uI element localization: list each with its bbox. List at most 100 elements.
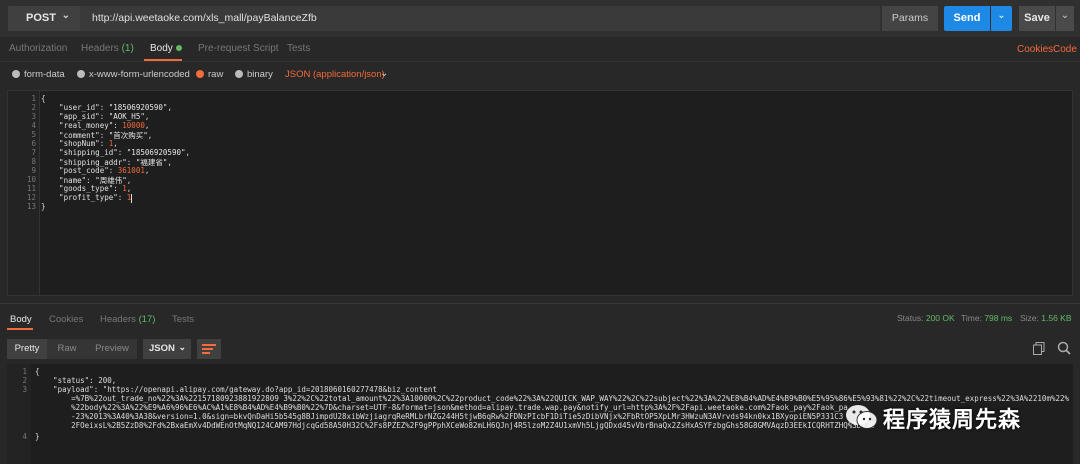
line-number: 8: [31, 157, 36, 166]
json-value: "AOK_H5": [108, 112, 145, 121]
line-number: 12: [26, 193, 36, 202]
chevron-down-icon: ⌄: [178, 342, 186, 352]
json-key: "shopNum": [41, 139, 100, 148]
response-line: "status": 200,: [35, 376, 117, 385]
line-number: 6: [31, 139, 36, 148]
search-icon[interactable]: [1057, 341, 1071, 358]
url-input[interactable]: http://api.weetaoke.com/xls_mall/payBala…: [80, 6, 880, 31]
method-select[interactable]: POST ⌄: [8, 6, 80, 31]
save-button[interactable]: Save: [1019, 6, 1055, 31]
wechat-icon: [846, 405, 878, 429]
json-key: "post_code": [41, 166, 109, 175]
line-number: 1: [22, 367, 27, 376]
radio-form-data[interactable]: [12, 70, 20, 78]
chevron-down-icon: ⌄: [1060, 10, 1070, 21]
json-value: "18506920590": [126, 148, 186, 157]
request-bar: POST ⌄ http://api.weetaoke.com/xls_mall/…: [0, 0, 1080, 37]
line-number-gutter: 1 2 3 4 5 6 7 8 9 10 11 12 13: [8, 91, 40, 295]
json-value: 10000: [122, 121, 145, 130]
line-number: 5: [31, 130, 36, 139]
code-line: "post_code": 361001,: [41, 166, 150, 175]
json-key: "goods_type": [41, 184, 114, 193]
line-number: 9: [31, 166, 36, 175]
code-line: "real_money": 10000,: [41, 121, 150, 130]
chevron-down-icon: ⌄: [997, 10, 1006, 21]
code-line: "user_id": "18506920590",: [41, 103, 172, 112]
tab-headers[interactable]: Headers (1): [81, 43, 134, 54]
raw-button[interactable]: Raw: [47, 339, 87, 359]
send-button[interactable]: Send: [944, 6, 990, 31]
tab-tests[interactable]: Tests: [287, 43, 310, 54]
text-cursor: [131, 193, 133, 203]
tab-authorization[interactable]: Authorization: [9, 43, 67, 54]
json-key: "real_money": [41, 121, 114, 130]
urlencoded-label[interactable]: x-www-form-urlencoded: [89, 69, 190, 80]
watermark-text: 程序猿周先森: [883, 408, 1022, 433]
form-data-label[interactable]: form-data: [24, 69, 65, 80]
response-line: {: [35, 367, 40, 376]
response-tab-body[interactable]: Body: [10, 314, 32, 325]
copy-icon[interactable]: [1033, 342, 1045, 358]
json-key: "user_id": [41, 103, 100, 112]
headers-count: (1): [121, 43, 134, 54]
radio-urlencoded[interactable]: [77, 70, 85, 78]
line-number: 13: [26, 202, 36, 211]
request-body-editor[interactable]: 1 2 3 4 5 6 7 8 9 10 11 12 13 { "user_id…: [7, 90, 1073, 296]
wrap-lines-icon: [202, 344, 216, 354]
wrap-lines-button[interactable]: [197, 339, 221, 359]
line-number: 4: [22, 432, 27, 441]
cookies-link[interactable]: Cookies: [1017, 44, 1053, 55]
radio-binary[interactable]: [235, 70, 243, 78]
binary-label[interactable]: binary: [247, 69, 273, 80]
radio-raw[interactable]: [196, 70, 204, 78]
size-meta: Size: 1.56 KB: [1020, 313, 1072, 323]
tab-prerequest-script[interactable]: Pre-request Script: [198, 43, 279, 54]
active-tab-underline: [144, 59, 182, 61]
status-meta: Status: 200 OK: [897, 313, 955, 323]
code-line: {: [41, 94, 46, 103]
json-key: "profit_type": [41, 193, 118, 202]
status-value: 200 OK: [925, 313, 955, 323]
raw-label[interactable]: raw: [208, 69, 223, 80]
code-line: "shipping_id": "18506920590",: [41, 148, 191, 157]
response-tab-headers-label: Headers: [100, 314, 136, 325]
chevron-down-icon[interactable]: ⌄: [380, 68, 388, 79]
size-label: Size:: [1020, 313, 1039, 323]
line-number: 4: [31, 121, 36, 130]
save-dropdown-button[interactable]: ⌄: [1056, 6, 1074, 31]
tab-headers-label: Headers: [81, 43, 119, 54]
line-number: 10: [26, 175, 36, 184]
size-value: 1.56 KB: [1041, 313, 1072, 323]
content-type-select[interactable]: JSON (application/json): [285, 69, 385, 80]
json-value: "18506920590": [108, 103, 168, 112]
response-headers-count: (17): [138, 314, 156, 325]
json-value: 361001: [117, 166, 145, 175]
line-number: 11: [26, 184, 36, 193]
time-meta: Time: 798 ms: [961, 313, 1012, 323]
response-line: "payload": "https://openapi.alipay.com/g…: [35, 385, 437, 394]
pretty-button[interactable]: Pretty: [7, 339, 47, 359]
line-number: 3: [31, 112, 36, 121]
time-value: 798 ms: [984, 313, 1013, 323]
chevron-down-icon: ⌄: [61, 10, 70, 21]
preview-button[interactable]: Preview: [87, 339, 137, 359]
response-tab-headers[interactable]: Headers (17): [100, 314, 155, 325]
body-active-dot: [175, 45, 182, 52]
status-label: Status:: [897, 313, 924, 323]
code-line: "app_sid": "AOK_H5",: [41, 112, 150, 121]
line-number: 2: [22, 376, 27, 385]
watermark: 程序猿周先森: [845, 400, 1075, 436]
json-value: 1: [122, 184, 127, 193]
response-tab-cookies[interactable]: Cookies: [49, 314, 83, 325]
send-dropdown-button[interactable]: ⌄: [991, 6, 1012, 31]
code-link[interactable]: Code: [1053, 44, 1077, 55]
format-select[interactable]: JSON ⌄: [143, 339, 191, 359]
response-tab-tests[interactable]: Tests: [172, 314, 194, 325]
format-label: JSON: [149, 343, 175, 354]
json-key: "app_sid": [41, 112, 100, 121]
tab-body[interactable]: Body: [150, 43, 182, 54]
line-number: 1: [31, 94, 36, 103]
body-type-options: form-data x-www-form-urlencoded raw bina…: [0, 62, 1080, 86]
params-button[interactable]: Params: [882, 6, 938, 31]
tab-body-label: Body: [150, 43, 173, 54]
